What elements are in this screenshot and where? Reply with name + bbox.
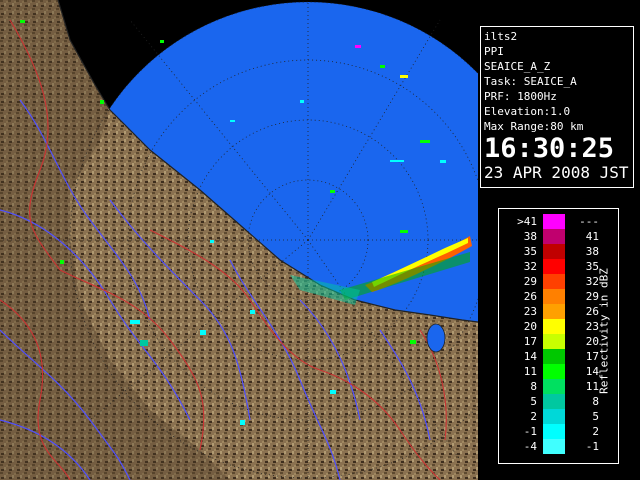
task-name: Task: SEAICE_A xyxy=(484,75,577,88)
radar-ppi-display[interactable] xyxy=(0,0,478,480)
legend-low-value: 17 xyxy=(523,335,537,348)
legend-color-swatch xyxy=(543,379,565,394)
scan-date: 23 APR 2008 JST xyxy=(484,163,629,182)
legend-color-swatch xyxy=(543,319,565,334)
legend-low-value: 23 xyxy=(523,305,537,318)
legend-low-value: 20 xyxy=(523,320,537,333)
legend-low-value: >41 xyxy=(517,215,537,228)
legend-low-value: 5 xyxy=(530,395,537,408)
legend-color-swatch xyxy=(543,349,565,364)
legend-low-value: 26 xyxy=(523,290,537,303)
legend-color-swatch xyxy=(543,334,565,349)
legend-row: 29 32 xyxy=(499,274,599,289)
legend-row: 23 26 xyxy=(499,304,599,319)
legend-row: -1 2 xyxy=(499,424,599,439)
legend-color-swatch xyxy=(543,304,565,319)
radar-map xyxy=(0,0,478,480)
legend-low-value: 38 xyxy=(523,230,537,243)
legend-high-value: 8 xyxy=(592,395,599,408)
max-range-value: Max Range:80 km xyxy=(484,120,584,133)
legend-high-value: 23 xyxy=(585,320,599,333)
legend-high-value: --- xyxy=(579,215,599,228)
legend-color-swatch xyxy=(543,229,565,244)
legend-row: 35 38 xyxy=(499,244,599,259)
legend-row: 26 29 xyxy=(499,289,599,304)
site-name: ilts2 xyxy=(484,30,518,43)
legend-row: 14 17 xyxy=(499,349,599,364)
legend-color-swatch xyxy=(543,424,565,439)
legend-low-value: 32 xyxy=(523,260,537,273)
legend-low-value: 14 xyxy=(523,350,537,363)
legend-row: 17 20 xyxy=(499,334,599,349)
scan-time: 16:30:25 xyxy=(484,133,615,164)
legend-low-value: -1 xyxy=(523,425,537,438)
legend-row: -4 -1 xyxy=(499,439,599,454)
reflectivity-legend: >41 --- 38 41 35 38 32 35 29 32 26 29 23 26 20 23 17 20 14… xyxy=(498,208,619,464)
scan-info-panel: ilts2 PPI SEAICE_A_Z Task: SEAICE_A PRF:… xyxy=(480,26,634,188)
legend-high-value: 11 xyxy=(585,380,599,393)
legend-color-swatch xyxy=(543,409,565,424)
legend-row: 58 xyxy=(499,394,599,409)
legend-high-value: 41 xyxy=(585,230,599,243)
legend-low-value: 35 xyxy=(523,245,537,258)
legend-low-value: 29 xyxy=(523,275,537,288)
legend-low-value: 11 xyxy=(523,365,537,378)
legend-row: 20 23 xyxy=(499,319,599,334)
legend-row: 8 11 xyxy=(499,379,599,394)
legend-high-value: 29 xyxy=(585,290,599,303)
legend-color-swatch xyxy=(543,439,565,454)
legend-high-value: 38 xyxy=(585,245,599,258)
legend-color-swatch xyxy=(543,364,565,379)
legend-color-swatch xyxy=(543,274,565,289)
legend-title: Reflectivity in dBZ xyxy=(597,268,611,394)
legend-high-value: 35 xyxy=(585,260,599,273)
lake xyxy=(426,323,446,353)
legend-high-value: 14 xyxy=(585,365,599,378)
legend-high-value: 26 xyxy=(585,305,599,318)
scan-type: PPI xyxy=(484,45,504,58)
legend-color-swatch xyxy=(543,244,565,259)
legend-low-value: 8 xyxy=(530,380,537,393)
legend-high-value: -1 xyxy=(585,440,599,453)
legend-row: 32 35 xyxy=(499,259,599,274)
elevation-value: Elevation:1.0 xyxy=(484,105,571,118)
legend-color-swatch xyxy=(543,259,565,274)
legend-low-value: 2 xyxy=(530,410,537,423)
product-name: SEAICE_A_Z xyxy=(484,60,551,73)
legend-row: 25 xyxy=(499,409,599,424)
legend-color-swatch xyxy=(543,214,565,229)
legend-row: >41 --- xyxy=(499,214,599,229)
legend-high-value: 2 xyxy=(592,425,599,438)
legend-high-value: 5 xyxy=(592,410,599,423)
legend-high-value: 32 xyxy=(585,275,599,288)
legend-high-value: 17 xyxy=(585,350,599,363)
legend-low-value: -4 xyxy=(523,440,537,453)
legend-row: 38 41 xyxy=(499,229,599,244)
legend-color-swatch xyxy=(543,394,565,409)
legend-row: 11 14 xyxy=(499,364,599,379)
legend-high-value: 20 xyxy=(585,335,599,348)
prf-value: PRF: 1800Hz xyxy=(484,90,557,103)
legend-color-swatch xyxy=(543,289,565,304)
